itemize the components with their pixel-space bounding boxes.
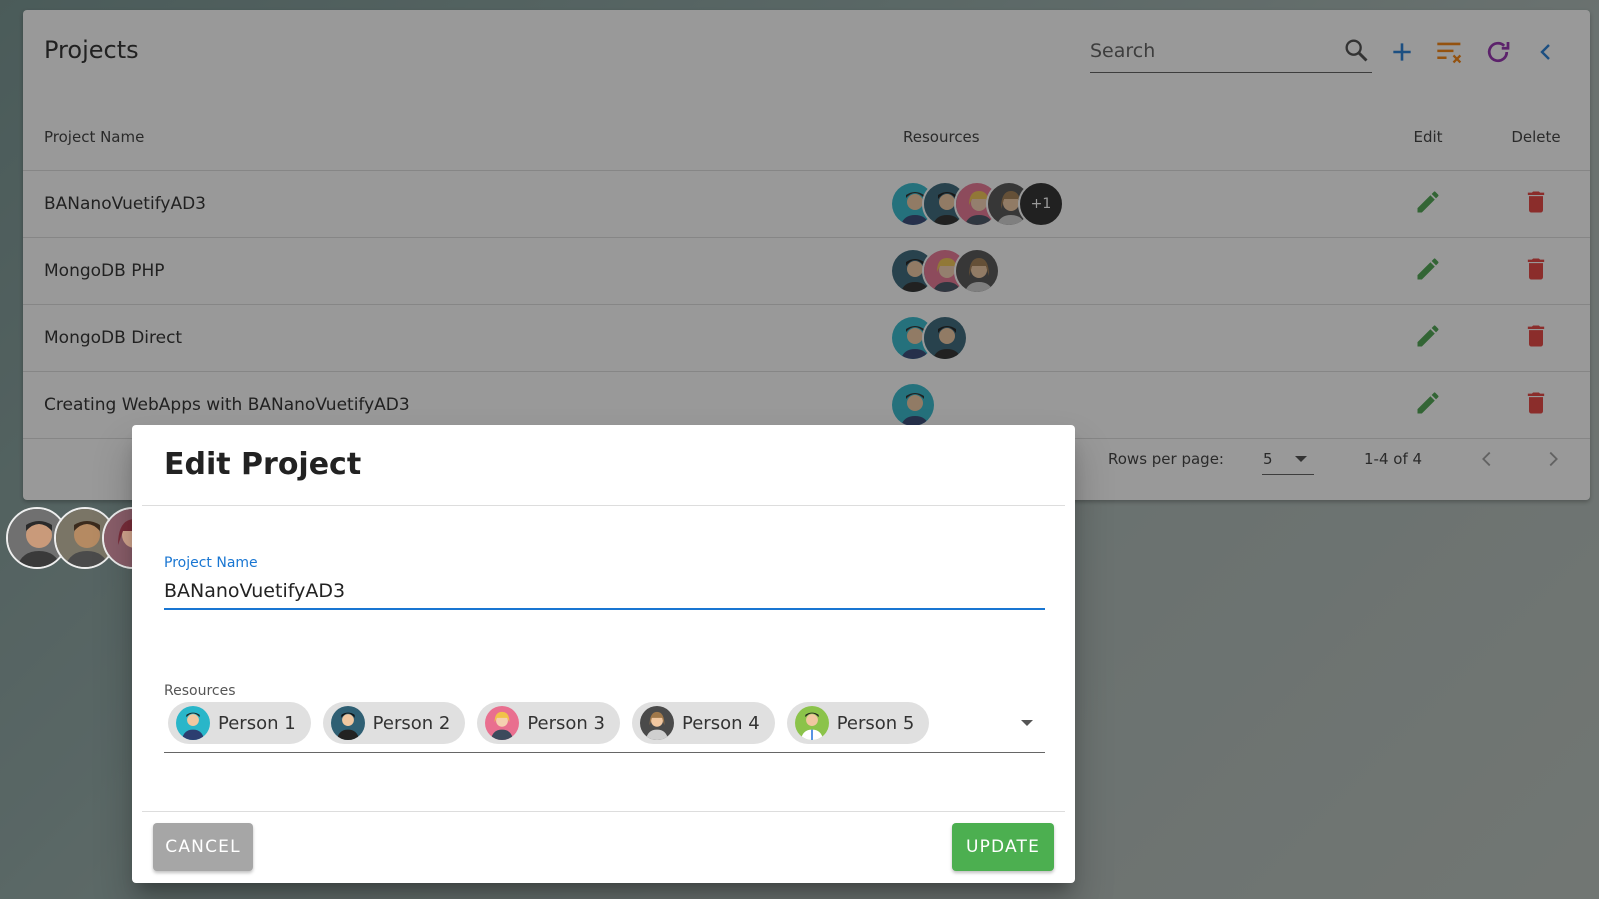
divider [142,811,1065,812]
update-button[interactable]: UPDATE [952,823,1054,871]
cancel-button[interactable]: CANCEL [153,823,253,871]
resources-select[interactable]: Person 1 Person 2 Person 3 Person 4 Pers… [164,702,1045,753]
resource-chips: Person 1 Person 2 Person 3 Person 4 Pers… [164,702,1045,744]
chip-label: Person 1 [218,712,296,734]
resource-chip[interactable]: Person 3 [477,702,621,744]
project-name-label: Project Name [164,555,258,571]
background-avatar-group [6,507,164,569]
avatar [485,706,520,740]
avatar [794,706,829,740]
chip-label: Person 2 [372,712,451,734]
project-name-input[interactable] [164,574,1045,610]
edit-project-dialog: Edit Project Project Name Resources Pers… [132,425,1075,883]
avatar [330,706,365,740]
dialog-title: Edit Project [164,447,362,482]
resource-chip[interactable]: Person 4 [632,702,775,744]
chip-label: Person 4 [682,712,760,734]
avatar [176,706,210,740]
resource-chip[interactable]: Person 1 [168,702,311,744]
resource-chip[interactable]: Person 5 [786,702,930,744]
resource-chip[interactable]: Person 2 [322,702,466,744]
caret-down-icon[interactable] [1019,714,1035,733]
chip-label: Person 5 [836,712,915,734]
avatar [640,706,675,740]
resources-label: Resources [164,683,236,699]
divider [142,505,1065,506]
chip-label: Person 3 [527,712,606,734]
